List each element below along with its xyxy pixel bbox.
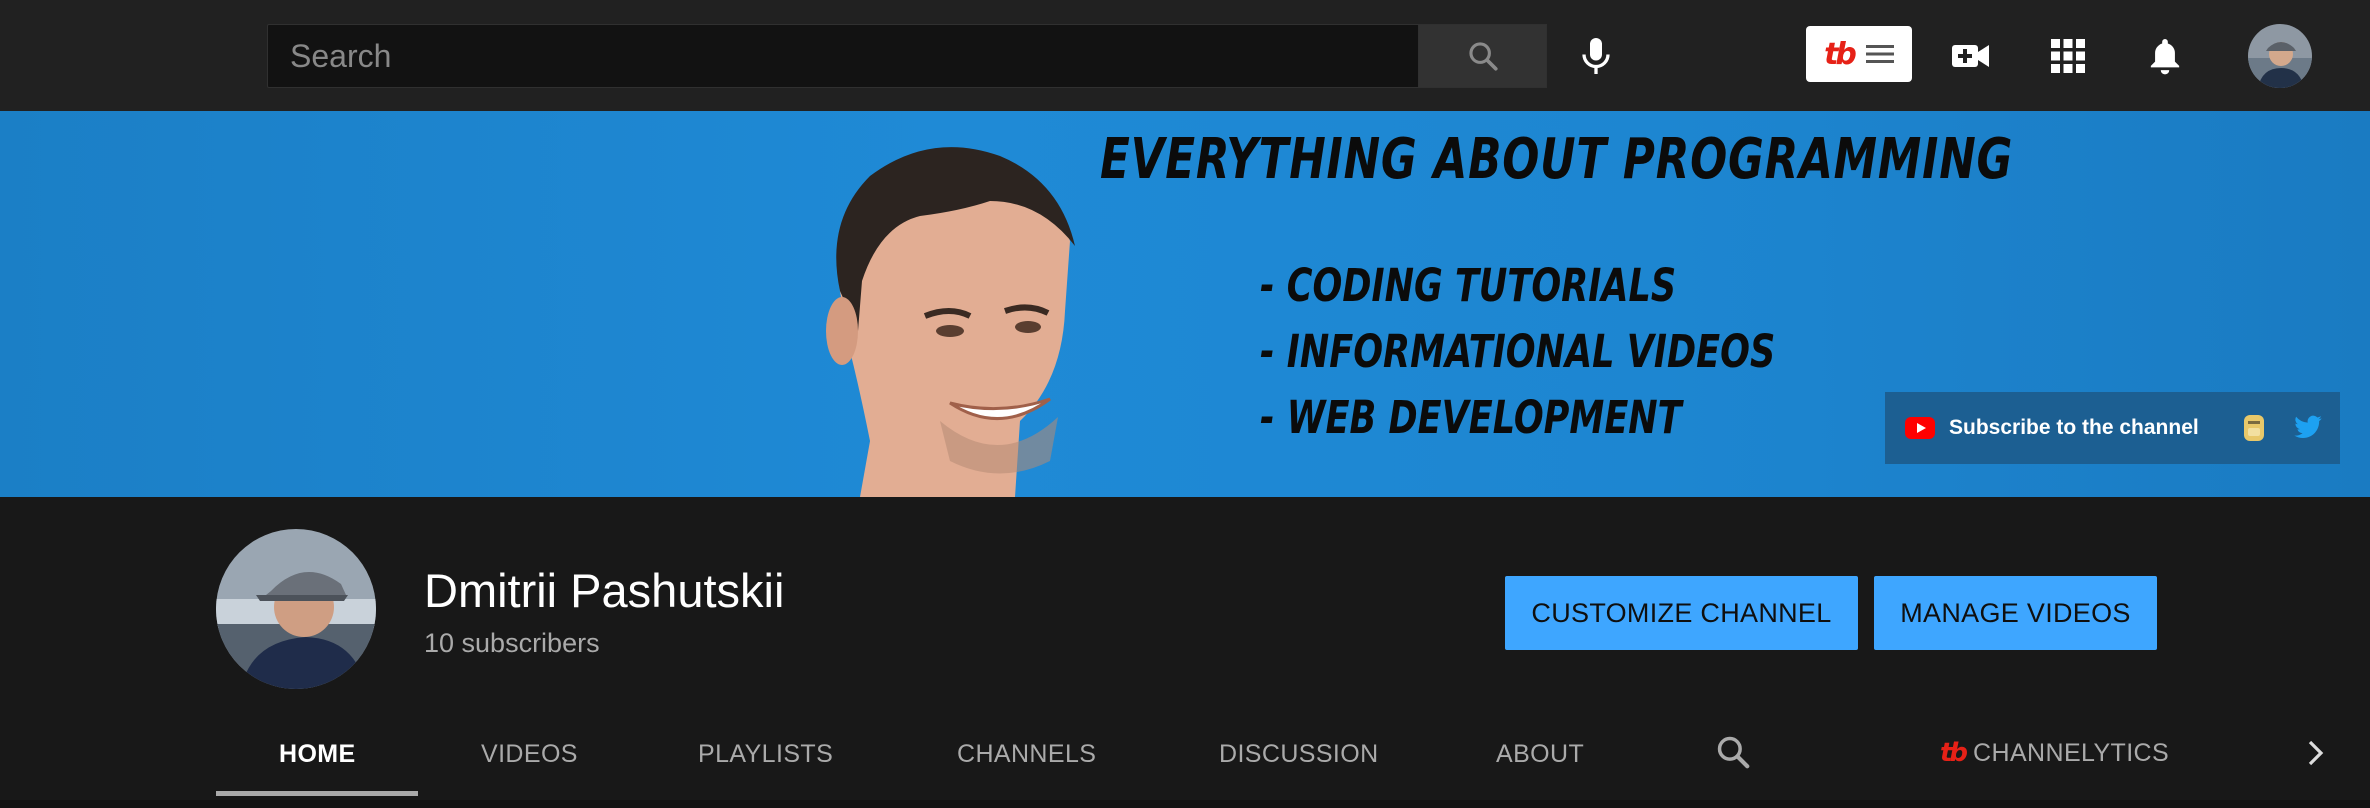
manage-videos-button[interactable]: MANAGE VIDEOS <box>1874 576 2157 650</box>
twitter-icon[interactable] <box>2293 415 2323 441</box>
tubebuddy-logo: tb <box>1940 738 1968 768</box>
channelytics-label: CHANNELYTICS <box>1973 738 2170 767</box>
banner-title: EVERYTHING ABOUT PROGRAMMING <box>1100 127 2014 192</box>
notifications-button[interactable] <box>2137 28 2193 84</box>
apps-button[interactable] <box>2040 28 2096 84</box>
avatar <box>2248 24 2312 88</box>
chevron-right-icon[interactable] <box>2305 738 2327 768</box>
channel-name: Dmitrii Pashutskii <box>424 564 785 617</box>
menu-icon <box>1865 45 1894 63</box>
tab-videos[interactable]: VIDEOS <box>481 740 578 769</box>
banner-portrait <box>826 147 1075 497</box>
apps-grid-icon <box>2051 39 2085 73</box>
banner-line-2: - INFORMATIONAL VIDEOS <box>1260 325 1776 378</box>
tab-channels[interactable]: CHANNELS <box>957 740 1096 769</box>
channel-banner: EVERYTHING ABOUT PROGRAMMING - CODING TU… <box>0 111 2370 497</box>
customize-channel-button[interactable]: CUSTOMIZE CHANNEL <box>1505 576 1858 650</box>
channel-search-icon[interactable] <box>1714 733 1752 771</box>
create-video-button[interactable] <box>1943 28 1999 84</box>
notifications-bell-icon <box>2150 39 2180 75</box>
tab-channelytics[interactable]: tb CHANNELYTICS <box>1940 738 2169 768</box>
tab-playlists[interactable]: PLAYLISTS <box>698 740 833 769</box>
masthead: tb <box>0 0 2370 111</box>
search-icon <box>1468 42 1498 71</box>
tab-home[interactable]: HOME <box>279 740 356 769</box>
tab-discussion[interactable]: DISCUSSION <box>1219 740 1379 769</box>
active-tab-indicator <box>216 791 418 796</box>
content-divider <box>0 800 2370 808</box>
subscribe-link[interactable]: Subscribe to the channel <box>1949 416 2199 440</box>
search-box <box>267 24 1419 88</box>
tubebuddy-menu-button[interactable]: tb <box>1806 26 1912 82</box>
channel-avatar[interactable] <box>216 529 376 689</box>
tubebuddy-logo: tb <box>1824 36 1857 72</box>
banner-line-1: - CODING TUTORIALS <box>1260 259 1677 312</box>
banner-line-3: - WEB DEVELOPMENT <box>1260 391 1682 444</box>
youtube-logo-icon[interactable] <box>1905 417 1935 439</box>
search-input[interactable] <box>268 25 1418 87</box>
avatar <box>216 529 376 689</box>
tab-about[interactable]: ABOUT <box>1496 740 1584 769</box>
subscriber-count: 10 subscribers <box>424 628 600 658</box>
voice-search-button[interactable] <box>1568 28 1624 84</box>
create-video-icon <box>1952 45 1989 67</box>
mic-icon <box>1582 38 1610 74</box>
account-avatar-button[interactable] <box>2248 24 2312 88</box>
search-button[interactable] <box>1418 24 1547 88</box>
sticker-icon[interactable] <box>2241 413 2267 443</box>
banner-links: Subscribe to the channel <box>1885 392 2340 464</box>
